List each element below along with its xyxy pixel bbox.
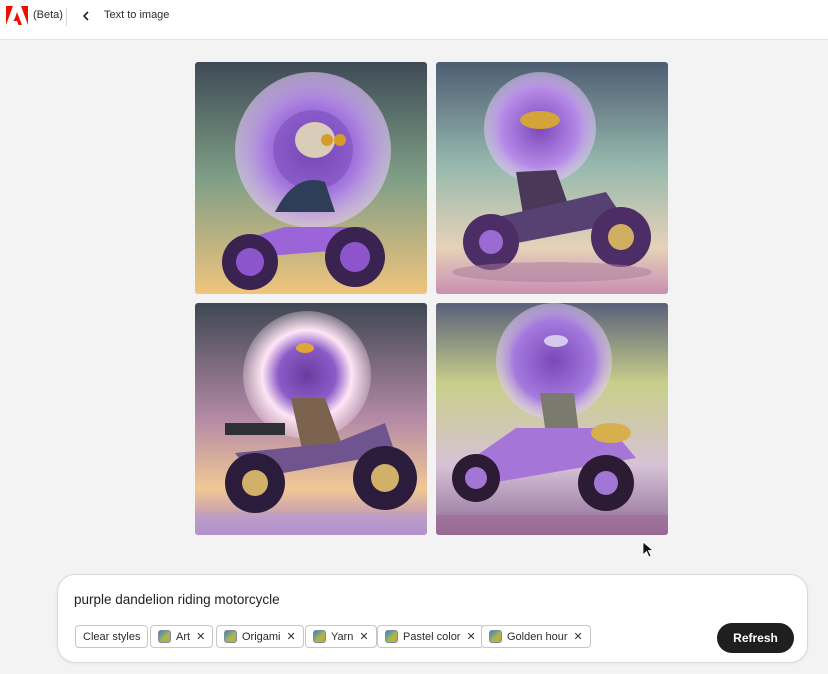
style-chip-art[interactable]: Art ✕ bbox=[150, 625, 214, 648]
adobe-logo-icon[interactable] bbox=[6, 6, 28, 25]
style-chip-label: Yarn bbox=[331, 630, 354, 643]
style-chip-label: Origami bbox=[242, 630, 281, 643]
close-icon[interactable]: ✕ bbox=[196, 630, 205, 643]
close-icon[interactable]: ✕ bbox=[574, 630, 583, 643]
generated-image-2[interactable] bbox=[436, 62, 668, 294]
style-thumbnail-icon bbox=[313, 630, 326, 643]
generated-image-3[interactable] bbox=[195, 303, 427, 535]
refresh-button[interactable]: Refresh bbox=[717, 623, 794, 653]
clear-styles-label: Clear styles bbox=[83, 630, 141, 643]
style-thumbnail-icon bbox=[489, 630, 502, 643]
style-thumbnail-icon bbox=[158, 630, 171, 643]
close-icon[interactable]: ✕ bbox=[466, 630, 475, 643]
chevron-left-icon[interactable] bbox=[80, 7, 92, 25]
beta-label: (Beta) bbox=[33, 9, 63, 21]
style-chip-label: Art bbox=[176, 630, 191, 643]
style-chip-yarn[interactable]: Yarn ✕ bbox=[305, 625, 377, 648]
style-chip-golden-hour[interactable]: Golden hour ✕ bbox=[481, 625, 591, 648]
style-chip-origami[interactable]: Origami ✕ bbox=[216, 625, 304, 648]
mouse-cursor-icon bbox=[642, 541, 654, 558]
style-chip-label: Pastel color bbox=[403, 630, 461, 643]
prompt-input[interactable]: purple dandelion riding motorcycle bbox=[74, 592, 280, 607]
close-icon[interactable]: ✕ bbox=[359, 630, 368, 643]
prompt-panel: purple dandelion riding motorcycle Clear… bbox=[57, 574, 808, 663]
app-header: (Beta) Text to image bbox=[0, 0, 828, 40]
generated-image-4[interactable] bbox=[436, 303, 668, 535]
page-title: Text to image bbox=[104, 9, 170, 21]
style-thumbnail-icon bbox=[385, 630, 398, 643]
style-chip-label: Golden hour bbox=[507, 630, 568, 643]
style-thumbnail-icon bbox=[224, 630, 237, 643]
style-chip-pastel-color[interactable]: Pastel color ✕ bbox=[377, 625, 484, 648]
close-icon[interactable]: ✕ bbox=[287, 630, 296, 643]
clear-styles-button[interactable]: Clear styles bbox=[75, 625, 149, 648]
header-divider bbox=[66, 8, 67, 26]
generated-image-1[interactable] bbox=[195, 62, 427, 294]
